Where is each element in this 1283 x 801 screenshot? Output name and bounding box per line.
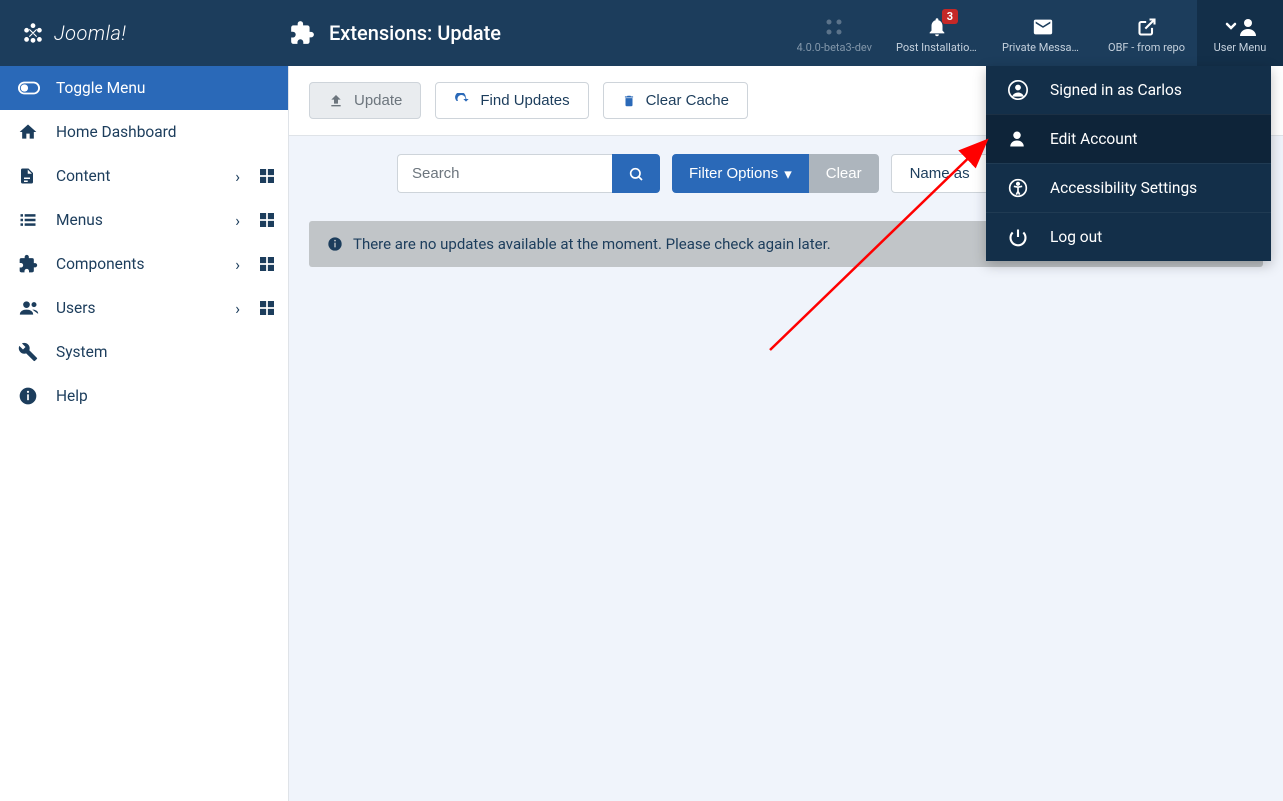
home-icon — [18, 122, 40, 142]
top-item-post-install[interactable]: 3 Post Installation … — [884, 0, 990, 66]
top-item-user-menu[interactable]: User Menu — [1197, 0, 1283, 66]
accessibility-icon — [1008, 178, 1030, 198]
update-button-label: Update — [354, 92, 402, 109]
clear-button[interactable]: Clear — [809, 154, 879, 193]
sort-select[interactable]: Name as — [891, 154, 1002, 193]
search-button[interactable] — [612, 154, 660, 193]
user-circle-icon — [1008, 80, 1030, 100]
list-icon — [18, 210, 40, 230]
bell-icon: 3 — [926, 13, 948, 41]
alert-text: There are no updates available at the mo… — [353, 235, 831, 253]
sidebar-item-home[interactable]: Home Dashboard — [0, 110, 288, 154]
sidebar-item-label: Users — [56, 299, 219, 317]
search-input[interactable] — [397, 154, 612, 193]
sidebar-item-help[interactable]: Help — [0, 374, 288, 418]
search-group — [397, 154, 660, 193]
brand-text: Joomla! — [54, 21, 126, 45]
puzzle-small-icon — [18, 254, 40, 274]
find-updates-label: Find Updates — [480, 92, 569, 109]
page-title: Extensions: Update — [329, 21, 501, 45]
sidebar-item-users[interactable]: Users › — [0, 286, 288, 330]
trash-icon — [622, 93, 636, 109]
topbar: Joomla! Extensions: Update 4.0.0-beta3-d… — [0, 0, 1283, 66]
dd-logout-label: Log out — [1050, 228, 1102, 246]
user-icon — [1008, 129, 1030, 149]
joomla-logo-icon — [22, 22, 44, 44]
clear-cache-button[interactable]: Clear Cache — [603, 82, 748, 119]
wrench-icon — [18, 342, 40, 362]
power-icon — [1008, 227, 1030, 247]
info-circle-icon — [327, 236, 343, 252]
search-icon — [628, 166, 644, 182]
dashboard-icon[interactable] — [260, 257, 274, 271]
clear-cache-label: Clear Cache — [646, 92, 729, 109]
top-item-post-install-label: Post Installation … — [896, 41, 978, 54]
filter-options-group: Filter Options ▾ Clear — [672, 154, 879, 193]
top-item-obf-label: OBF - from repo — [1108, 41, 1185, 54]
dd-edit-account-label: Edit Account — [1050, 130, 1137, 148]
refresh-icon — [454, 93, 470, 109]
joomla-version-icon — [824, 13, 844, 41]
top-right: 4.0.0-beta3-dev 3 Post Installation … Pr… — [785, 0, 1283, 66]
top-item-private-messages[interactable]: Private Messages — [990, 0, 1096, 66]
sidebar-item-label: Content — [56, 167, 219, 185]
envelope-icon — [1032, 13, 1054, 41]
file-icon — [18, 166, 40, 186]
sidebar-item-label: Menus — [56, 211, 219, 229]
find-updates-button[interactable]: Find Updates — [435, 82, 588, 119]
sidebar: Toggle Menu Home Dashboard Content › Men… — [0, 66, 289, 801]
top-item-pm-label: Private Messages — [1002, 41, 1084, 54]
chevron-right-icon: › — [235, 211, 240, 230]
puzzle-icon — [289, 20, 315, 46]
sidebar-item-components[interactable]: Components › — [0, 242, 288, 286]
filter-options-label: Filter Options — [689, 165, 778, 182]
dashboard-icon[interactable] — [260, 213, 274, 227]
top-item-user-menu-label: User Menu — [1214, 41, 1267, 54]
chevron-right-icon: › — [235, 299, 240, 318]
dd-signed-in-label: Signed in as Carlos — [1050, 81, 1182, 99]
chevron-down-icon: ▾ — [784, 165, 792, 183]
top-item-version-label: 4.0.0-beta3-dev — [797, 41, 873, 54]
dd-signed-in: Signed in as Carlos — [986, 66, 1271, 114]
external-link-icon — [1137, 13, 1157, 41]
chevron-right-icon: › — [235, 255, 240, 274]
top-item-obf[interactable]: OBF - from repo — [1096, 0, 1197, 66]
user-menu-icon — [1223, 13, 1257, 41]
sidebar-item-label: System — [56, 343, 274, 361]
sidebar-item-label: Components — [56, 255, 219, 273]
sidebar-item-label: Help — [56, 387, 274, 405]
upload-icon — [328, 93, 344, 109]
toggle-icon — [18, 77, 40, 99]
page-title-area: Extensions: Update — [289, 20, 785, 46]
dashboard-icon[interactable] — [260, 301, 274, 315]
sidebar-item-system[interactable]: System — [0, 330, 288, 374]
top-item-version[interactable]: 4.0.0-beta3-dev — [785, 0, 885, 66]
notification-badge: 3 — [942, 9, 958, 24]
filter-options-button[interactable]: Filter Options ▾ — [672, 154, 809, 193]
info-icon — [18, 386, 40, 406]
sidebar-toggle[interactable]: Toggle Menu — [0, 66, 288, 110]
users-icon — [18, 298, 40, 318]
sidebar-item-menus[interactable]: Menus › — [0, 198, 288, 242]
dd-edit-account[interactable]: Edit Account — [986, 114, 1271, 163]
dd-accessibility[interactable]: Accessibility Settings — [986, 163, 1271, 212]
dashboard-icon[interactable] — [260, 169, 274, 183]
brand[interactable]: Joomla! — [0, 21, 289, 45]
sidebar-item-content[interactable]: Content › — [0, 154, 288, 198]
user-menu-dropdown: Signed in as Carlos Edit Account Accessi… — [986, 66, 1271, 261]
dd-accessibility-label: Accessibility Settings — [1050, 179, 1197, 197]
dd-logout[interactable]: Log out — [986, 212, 1271, 261]
chevron-right-icon: › — [235, 167, 240, 186]
sidebar-item-label: Home Dashboard — [56, 123, 274, 141]
sidebar-toggle-label: Toggle Menu — [56, 79, 274, 97]
update-button: Update — [309, 82, 421, 119]
